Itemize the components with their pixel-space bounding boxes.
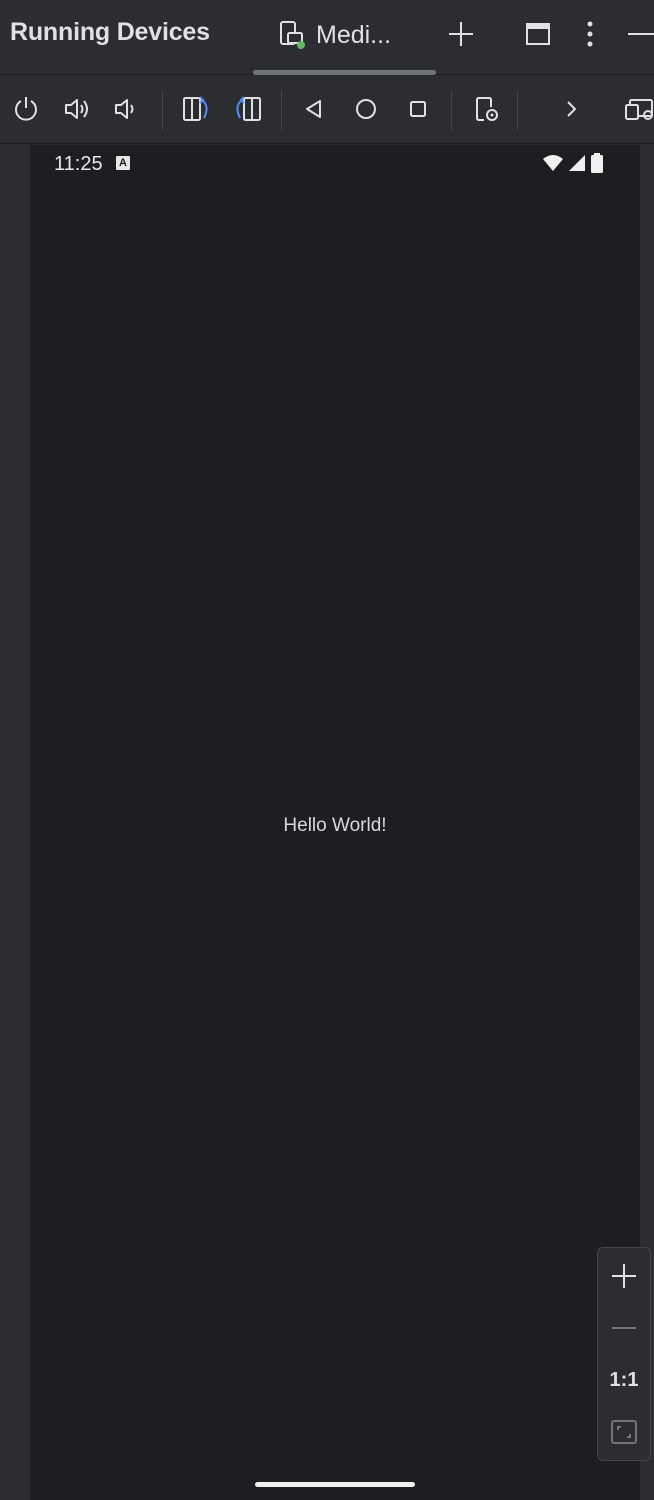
- signal-icon: [568, 154, 586, 172]
- actual-size-button[interactable]: 1:1: [598, 1360, 650, 1400]
- more-icon[interactable]: [575, 19, 605, 49]
- title-bar: Running Devices Medi...: [0, 0, 654, 75]
- zoom-in-button[interactable]: [598, 1256, 650, 1296]
- battery-icon: [590, 153, 604, 173]
- fit-screen-button[interactable]: [598, 1412, 650, 1452]
- app-title: Running Devices: [10, 18, 210, 46]
- tab-selected-indicator: [253, 70, 436, 75]
- toolbar-separator: [517, 90, 518, 130]
- zoom-out-button[interactable]: [598, 1308, 650, 1348]
- status-badge: A: [116, 156, 130, 170]
- device-mirror-icon: [278, 20, 306, 50]
- rotate-left-icon[interactable]: [177, 90, 215, 128]
- device-screen[interactable]: 11:25 A Hello World!: [30, 145, 640, 1500]
- toolbar-separator: [281, 90, 282, 130]
- maximize-icon[interactable]: [523, 19, 553, 49]
- hello-text: Hello World!: [283, 815, 387, 836]
- status-time: 11:25: [54, 153, 103, 175]
- power-icon[interactable]: [7, 90, 45, 128]
- status-icons: [542, 153, 604, 173]
- home-icon[interactable]: [347, 90, 385, 128]
- tab-label: Medi...: [316, 20, 392, 49]
- volume-up-icon[interactable]: [58, 90, 96, 128]
- back-icon[interactable]: [295, 90, 333, 128]
- volume-down-icon[interactable]: [108, 90, 146, 128]
- toolbar-separator: [451, 90, 452, 130]
- zoom-controls: 1:1: [597, 1247, 651, 1461]
- mirror-window-icon[interactable]: [624, 90, 654, 128]
- minimize-icon[interactable]: [626, 19, 654, 49]
- overview-icon[interactable]: [399, 90, 437, 128]
- gesture-nav-bar[interactable]: [255, 1482, 415, 1487]
- rotate-right-icon[interactable]: [229, 90, 267, 128]
- wifi-icon: [542, 154, 564, 172]
- add-icon[interactable]: [446, 19, 476, 49]
- tab-device[interactable]: Medi...: [278, 14, 391, 56]
- device-toolbar: [0, 76, 654, 144]
- toolbar-separator: [162, 90, 163, 130]
- chevron-right-icon[interactable]: [552, 90, 590, 128]
- device-settings-icon[interactable]: [467, 90, 505, 128]
